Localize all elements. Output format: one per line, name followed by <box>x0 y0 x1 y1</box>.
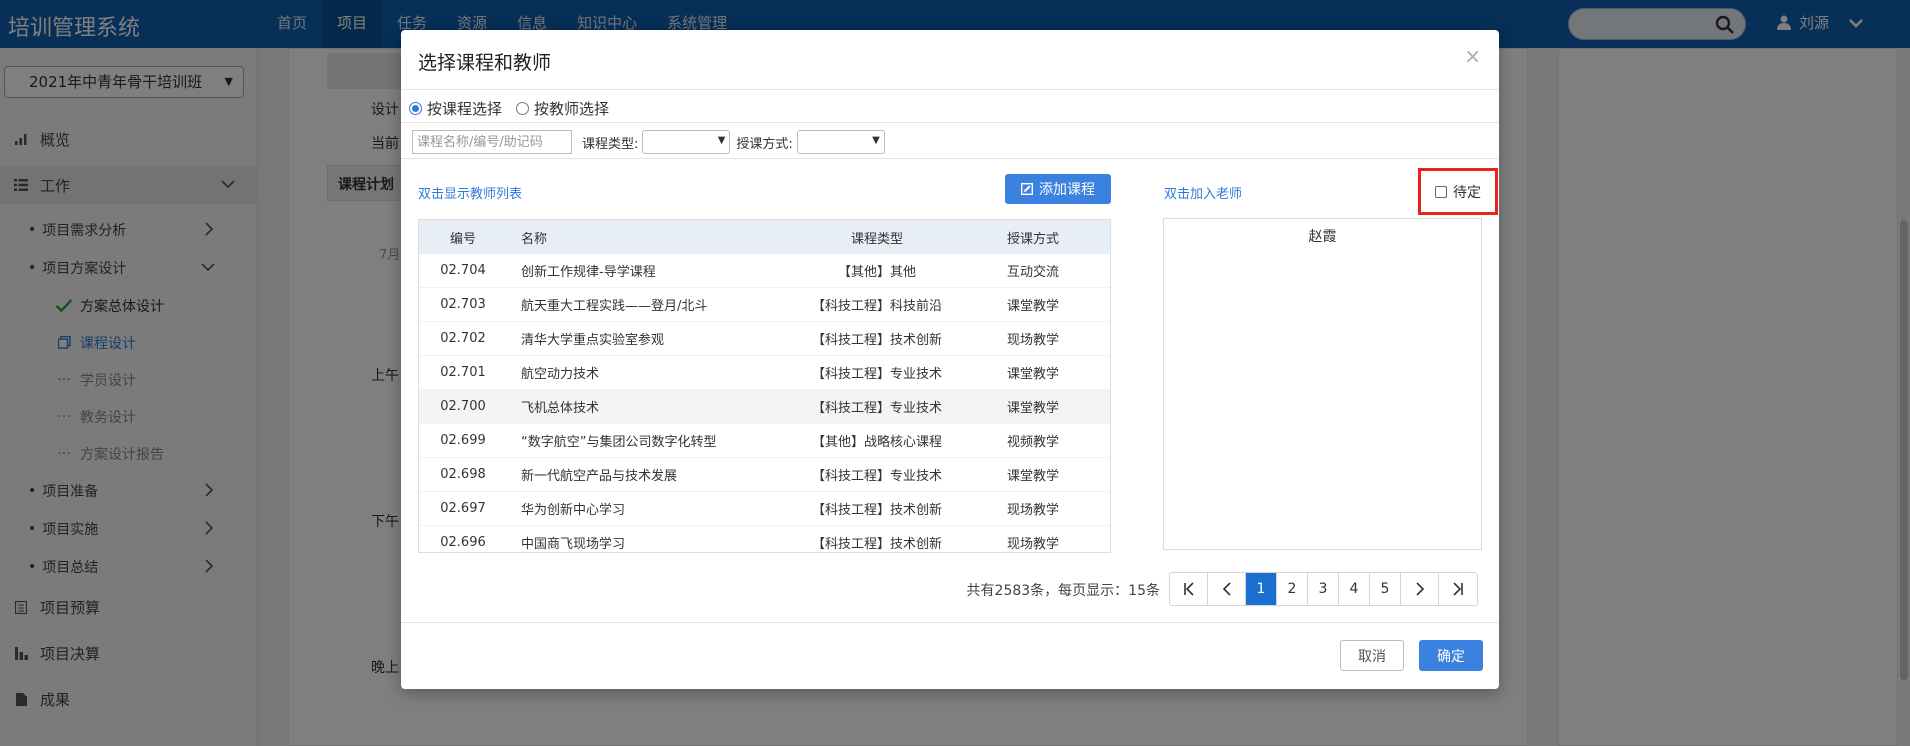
cell-mode: 现场教学 <box>1006 537 1059 552</box>
last-page-icon[interactable] <box>1439 573 1477 605</box>
table-row[interactable]: 02.703 航天重大工程实践——登月/北斗 【科技工程】科技前沿 课堂教学 <box>419 288 1110 322</box>
cell-type: 【科技工程】专业技术 <box>811 469 942 484</box>
cell-name: 飞机总体技术 <box>521 401 600 416</box>
cell-type: 【科技工程】专业技术 <box>811 367 942 382</box>
next-page-icon[interactable] <box>1401 573 1439 605</box>
table-row[interactable]: 02.699 “数字航空”与集团公司数字化转型 【其他】战略核心课程 视频教学 <box>419 424 1110 458</box>
table-row[interactable]: 02.696 中国商飞现场学习 【科技工程】技术创新 现场教学 <box>419 526 1110 552</box>
course-type-select[interactable]: ▼ <box>642 130 731 154</box>
table-row[interactable]: 02.698 新一代航空产品与技术发展 【科技工程】专业技术 课堂教学 <box>419 458 1110 492</box>
confirm-button[interactable]: 确定 <box>1419 640 1483 671</box>
cell-code: 02.699 <box>440 433 486 448</box>
divider <box>401 122 1499 123</box>
teaching-mode-label: 授课方式: <box>736 136 793 152</box>
cell-code: 02.703 <box>440 297 486 312</box>
cell-name: 新一代航空产品与技术发展 <box>521 469 678 484</box>
radio-by-course[interactable]: 按课程选择 <box>409 98 502 119</box>
teacher-list-hint: 双击显示教师列表 <box>418 187 523 202</box>
cell-mode: 现场教学 <box>1006 503 1059 518</box>
cell-mode: 现场教学 <box>1006 333 1059 348</box>
selection-mode: 按课程选择 按教师选择 <box>409 98 609 119</box>
column-code: 编号 <box>449 231 476 247</box>
checkbox[interactable] <box>1435 185 1447 198</box>
add-course-label: 添加课程 <box>1039 182 1095 198</box>
table-header: 编号 名称 课程类型 授课方式 <box>419 220 1110 254</box>
cell-name: 创新工作规律-导学课程 <box>521 265 656 280</box>
cell-code: 02.700 <box>440 399 486 414</box>
column-name: 名称 <box>521 231 548 247</box>
cell-mode: 视频教学 <box>1006 435 1059 450</box>
cell-type: 【其他】其他 <box>837 265 916 280</box>
page-2[interactable]: 2 <box>1277 573 1308 605</box>
prev-page-icon[interactable] <box>1208 573 1246 605</box>
divider <box>401 622 1499 623</box>
radio-button[interactable] <box>516 102 530 115</box>
cell-code: 02.701 <box>440 365 486 380</box>
cell-mode: 课堂教学 <box>1006 469 1059 484</box>
cell-type: 【科技工程】技术创新 <box>811 503 942 518</box>
cell-name: 中国商飞现场学习 <box>521 537 626 552</box>
cell-mode: 课堂教学 <box>1006 367 1059 382</box>
table-row[interactable]: 02.697 华为创新中心学习 【科技工程】技术创新 现场教学 <box>419 492 1110 526</box>
radio-button[interactable] <box>409 102 422 115</box>
divider <box>401 89 1499 90</box>
table-row[interactable]: 02.700 飞机总体技术 【科技工程】专业技术 课堂教学 <box>419 390 1110 424</box>
cell-mode: 课堂教学 <box>1006 299 1059 314</box>
column-mode: 授课方式 <box>1006 231 1059 247</box>
pending-checkbox[interactable]: 待定 <box>1418 168 1498 215</box>
course-search-input[interactable] <box>412 130 572 154</box>
add-course-button[interactable]: 添加课程 <box>1005 174 1111 204</box>
cell-mode: 课堂教学 <box>1006 401 1059 416</box>
table-row[interactable]: 02.704 创新工作规律-导学课程 【其他】其他 互动交流 <box>419 254 1110 288</box>
cell-type: 【科技工程】科技前沿 <box>811 299 942 314</box>
page-3[interactable]: 3 <box>1308 573 1339 605</box>
page-4[interactable]: 4 <box>1339 573 1370 605</box>
cell-code: 02.704 <box>440 263 486 278</box>
cell-type: 【其他】战略核心课程 <box>811 435 942 450</box>
table-row[interactable]: 02.701 航空动力技术 【科技工程】专业技术 课堂教学 <box>419 356 1110 390</box>
cell-code: 02.696 <box>440 535 486 550</box>
divider <box>401 158 1499 159</box>
radio-by-teacher[interactable]: 按教师选择 <box>516 98 609 119</box>
cell-name: 航天重大工程实践——登月/北斗 <box>521 299 708 314</box>
select-course-dialog: 选择课程和教师 × 按课程选择 按教师选择 课程类型: ▼ 授课方式: ▼ 双击… <box>401 30 1499 689</box>
cell-mode: 互动交流 <box>1006 265 1059 280</box>
radio-label: 按教师选择 <box>534 100 610 118</box>
course-type-label: 课程类型: <box>582 136 639 152</box>
cell-type: 【科技工程】专业技术 <box>811 401 942 416</box>
cell-type: 【科技工程】技术创新 <box>811 333 942 348</box>
teacher-list: 赵霞 <box>1163 218 1482 550</box>
pager-info: 共有2583条，每页显示：15条 <box>966 583 1160 599</box>
add-teacher-hint: 双击加入老师 <box>1164 187 1243 202</box>
edit-icon <box>1021 183 1033 195</box>
teaching-mode-select[interactable]: ▼ <box>796 130 885 154</box>
column-type: 课程类型 <box>850 231 903 247</box>
cancel-button[interactable]: 取消 <box>1340 640 1404 671</box>
page-1[interactable]: 1 <box>1246 573 1277 605</box>
close-icon[interactable]: × <box>1464 44 1481 68</box>
pager-buttons: 1 2 3 4 5 <box>1169 572 1478 606</box>
filter-bar: 课程类型: ▼ 授课方式: ▼ <box>412 130 885 154</box>
pending-label: 待定 <box>1453 184 1481 201</box>
cell-code: 02.698 <box>440 467 486 482</box>
cell-type: 【科技工程】技术创新 <box>811 537 942 552</box>
course-table: 编号 名称 课程类型 授课方式 02.704 创新工作规律-导学课程 【其他】其他 互… <box>418 219 1111 553</box>
cell-name: 华为创新中心学习 <box>521 503 626 518</box>
chevron-down-icon: ▼ <box>717 135 726 146</box>
cell-code: 02.702 <box>440 331 486 346</box>
teacher-item[interactable]: 赵霞 <box>1164 226 1481 246</box>
cell-name: “数字航空”与集团公司数字化转型 <box>521 435 717 450</box>
pagination: 共有2583条，每页显示：15条 1 2 3 4 5 <box>401 572 1499 606</box>
table-row[interactable]: 02.702 清华大学重点实验室参观 【科技工程】技术创新 现场教学 <box>419 322 1110 356</box>
dialog-title: 选择课程和教师 <box>418 52 552 74</box>
radio-label: 按课程选择 <box>427 100 503 118</box>
page-5[interactable]: 5 <box>1370 573 1401 605</box>
cell-name: 清华大学重点实验室参观 <box>521 333 665 348</box>
cell-code: 02.697 <box>440 501 486 516</box>
chevron-down-icon: ▼ <box>872 135 880 146</box>
cell-name: 航空动力技术 <box>521 367 600 382</box>
first-page-icon[interactable] <box>1170 573 1208 605</box>
